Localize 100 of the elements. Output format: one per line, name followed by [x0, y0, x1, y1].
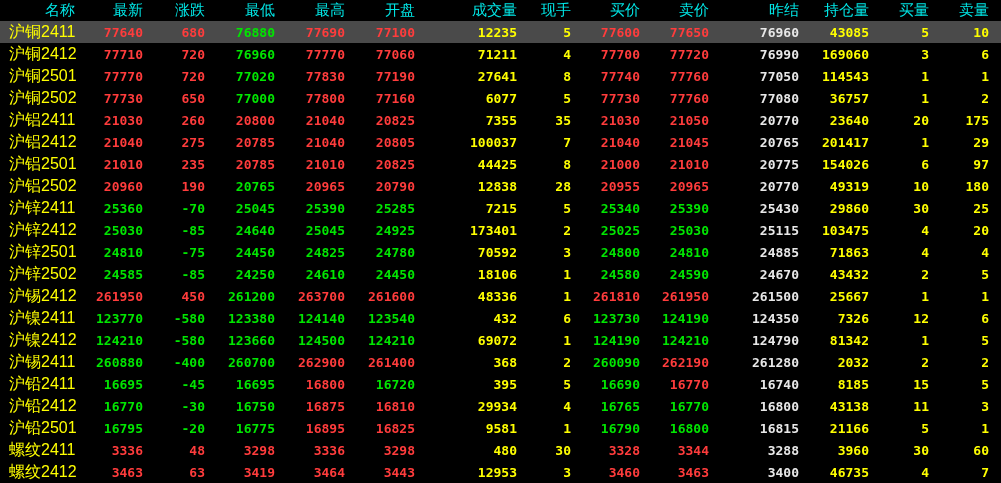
column-header[interactable]: 昨结 [709, 1, 799, 20]
table-cell-text: 48336 [476, 288, 517, 304]
table-cell-text: 77600 [599, 24, 640, 40]
column-header[interactable]: 买量 [869, 1, 929, 20]
table-row[interactable]: 沪铅2411 16695 -45 16695 16800 16720 395 5 16690 16770 16740 8185 15 5 [0, 373, 1001, 395]
table-cell-text: 3419 [242, 464, 275, 480]
table-cell-text: 29934 [476, 398, 517, 414]
table-row[interactable]: 螺纹2412 3463 63 3419 3464 3443 12953 3 3460 3463 3400 46735 4 7 [0, 461, 1001, 483]
table-cell-text: 7355 [484, 112, 517, 128]
table-row[interactable]: 沪铝2412 21040 275 20785 21040 20805 100037 7 21040 21045 20765 201417 1 29 [0, 131, 1001, 153]
table-cell-text: 124210 [367, 332, 415, 348]
table-cell-text: 4 [920, 222, 929, 238]
table-cell-text: 1 [562, 332, 571, 348]
table-row[interactable]: 沪铜2502 77730 650 77000 77800 77160 6077 5 77730 77760 77080 36757 1 2 [0, 87, 1001, 109]
table-cell-text: 261950 [661, 288, 709, 304]
table-cell-text: 77760 [668, 68, 709, 84]
table-cell-text: 25285 [374, 200, 415, 216]
table-cell-text: 24250 [234, 266, 275, 282]
column-header[interactable]: 最新 [75, 1, 143, 20]
table-cell-text: 18106 [476, 266, 517, 282]
table-cell-text: 21040 [304, 112, 345, 128]
table-cell-text: 77730 [599, 90, 640, 106]
table-row[interactable]: 沪铅2412 16770 -30 16750 16875 16810 29934 4 16765 16770 16800 43138 11 3 [0, 395, 1001, 417]
table-cell-text: 30 [554, 442, 571, 458]
table-row[interactable]: 沪锡2411 260880 -400 260700 262900 261400 368 2 260090 262190 261280 2032 2 2 [0, 351, 1001, 373]
table-cell-text: 2 [920, 354, 929, 370]
table-row[interactable]: 沪铜2412 77710 720 76960 77770 77060 71211 4 77700 77720 76990 169060 3 6 [0, 43, 1001, 65]
table-cell-text: 12953 [476, 464, 517, 480]
table-cell-text: 24640 [234, 222, 275, 238]
table-cell-text: 11 [912, 398, 929, 414]
contract-name: 沪铜2502 [8, 87, 77, 108]
column-header[interactable]: 买价 [571, 1, 640, 20]
column-header[interactable]: 涨跌 [143, 1, 205, 20]
table-cell-text: 24800 [599, 244, 640, 260]
table-cell-text: 4 [562, 46, 571, 62]
table-cell-text: 1 [562, 420, 571, 436]
contract-name: 沪锌2501 [8, 241, 77, 262]
table-row[interactable]: 沪铝2501 21010 235 20785 21010 20825 44425 8 21000 21010 20775 154026 6 97 [0, 153, 1001, 175]
table-cell-text: 123730 [592, 310, 640, 326]
table-cell-text: 124210 [661, 332, 709, 348]
table-cell-text: 77100 [374, 24, 415, 40]
table-row[interactable]: 螺纹2411 3336 48 3298 3336 3298 480 30 3328 3344 3288 3960 30 60 [0, 439, 1001, 461]
table-cell-text: 5 [562, 24, 571, 40]
table-cell-text: 20770 [758, 112, 799, 128]
contract-name: 沪镍2411 [8, 307, 76, 328]
contract-name: 沪铝2502 [8, 175, 77, 196]
table-row[interactable]: 沪铜2411 77640 680 76880 77690 77100 12235 5 77600 77650 76960 43085 5 10 [0, 21, 1001, 43]
table-cell-text: 77690 [304, 24, 345, 40]
table-row[interactable]: 沪铝2502 20960 190 20765 20965 20790 12838 28 20955 20965 20770 49319 10 180 [0, 175, 1001, 197]
table-row[interactable]: 沪铅2501 16795 -20 16775 16895 16825 9581 1 16790 16800 16815 21166 5 1 [0, 417, 1001, 439]
column-header[interactable]: 持仓量 [799, 1, 869, 20]
table-row[interactable]: 沪锌2502 24585 -85 24250 24610 24450 18106 1 24580 24590 24670 43432 2 5 [0, 263, 1001, 285]
column-header[interactable]: 卖量 [929, 1, 989, 20]
column-header[interactable]: 卖价 [640, 1, 709, 20]
table-cell-text: 123380 [227, 310, 275, 326]
table-cell-text: 5 [980, 376, 989, 392]
table-cell-text: 16875 [304, 398, 345, 414]
table-cell-text: 124190 [661, 310, 709, 326]
table-cell-text: 24590 [668, 266, 709, 282]
table-row[interactable]: 沪镍2411 123770 -580 123380 124140 123540 432 6 123730 124190 124350 7326 12 6 [0, 307, 1001, 329]
table-row[interactable]: 沪铝2411 21030 260 20800 21040 20825 7355 35 21030 21050 20770 23640 20 175 [0, 109, 1001, 131]
table-cell-text: 124190 [592, 332, 640, 348]
contract-name: 沪铅2501 [8, 417, 77, 438]
table-cell-text: 10 [972, 24, 989, 40]
table-row[interactable]: 沪锌2501 24810 -75 24450 24825 24780 70592 3 24800 24810 24885 71863 4 4 [0, 241, 1001, 263]
table-cell-text: 24810 [668, 244, 709, 260]
table-cell-text: 3298 [382, 442, 415, 458]
table-cell-text: 3 [980, 398, 989, 414]
column-header[interactable]: 成交量 [415, 1, 517, 20]
table-cell-text: 76990 [758, 46, 799, 62]
contract-name: 沪锡2412 [8, 285, 77, 306]
table-cell-text: 21040 [304, 134, 345, 150]
table-cell-text: 2 [980, 90, 989, 106]
table-row[interactable]: 沪铜2501 77770 720 77020 77830 77190 27641 8 77740 77760 77050 114543 1 1 [0, 65, 1001, 87]
column-header[interactable]: 开盘 [345, 1, 415, 20]
table-cell-text: 20785 [234, 156, 275, 172]
table-cell-text: 16815 [758, 420, 799, 436]
table-row[interactable]: 沪锌2412 25030 -85 24640 25045 24925 173401 2 25025 25030 25115 103475 4 20 [0, 219, 1001, 241]
table-cell-text: 3 [562, 464, 571, 480]
table-cell-text: 76880 [234, 24, 275, 40]
table-cell-text: 8185 [836, 376, 869, 392]
table-cell-text: 16695 [234, 376, 275, 392]
table-cell-text: 175 [964, 112, 989, 128]
table-row[interactable]: 沪锡2412 261950 450 261200 263700 261600 48336 1 261810 261950 261500 25667 1 1 [0, 285, 1001, 307]
table-cell-text: 20770 [758, 178, 799, 194]
contract-name: 沪锡2411 [8, 351, 76, 372]
column-header[interactable]: 最低 [205, 1, 275, 20]
table-cell-text: 29 [972, 134, 989, 150]
table-cell-text: 20805 [374, 134, 415, 150]
table-cell-text: 24780 [374, 244, 415, 260]
table-cell-text: 43138 [828, 398, 869, 414]
table-cell-text: 100037 [469, 134, 517, 150]
table-cell-text: 20775 [758, 156, 799, 172]
table-cell-text: 2 [562, 222, 571, 238]
column-header[interactable]: 名称 [0, 1, 75, 20]
column-header[interactable]: 最高 [275, 1, 345, 20]
table-row[interactable]: 沪镍2412 124210 -580 123660 124500 124210 69072 1 124190 124210 124790 81342 1 5 [0, 329, 1001, 351]
table-cell-text: 24610 [304, 266, 345, 282]
column-header[interactable]: 现手 [517, 1, 571, 20]
table-row[interactable]: 沪锌2411 25360 -70 25045 25390 25285 7215 5 25340 25390 25430 29860 30 25 [0, 197, 1001, 219]
